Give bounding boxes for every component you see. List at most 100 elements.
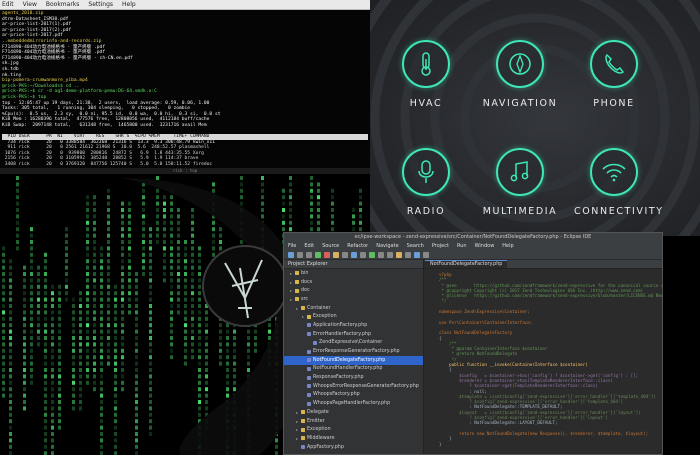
matrix-glyph: [149, 329, 152, 334]
menu-item-edit[interactable]: Edit: [2, 1, 14, 8]
tree-item[interactable]: ▸ doc: [284, 286, 423, 295]
toolbar-button-icon[interactable]: [315, 251, 321, 258]
tree-item[interactable]: ResponseFactory.php: [284, 373, 423, 382]
tree-item[interactable]: WhoopsErrorResponseGeneratorFactory.php: [284, 382, 423, 391]
matrix-glyph: [93, 265, 96, 270]
code-content[interactable]: <?php/** * @see https://github.com/zendf…: [425, 269, 662, 447]
toolbar-button-icon[interactable]: [288, 251, 294, 258]
matrix-glyph: [317, 188, 320, 193]
eclipse-window[interactable]: ec/ipse-workspace - zend-expressive/src/…: [283, 232, 663, 455]
wifi-icon[interactable]: [590, 148, 638, 196]
matrix-glyph: [9, 291, 12, 296]
tree-item[interactable]: NotFoundHandlerFactory.php: [284, 365, 423, 374]
tree-item[interactable]: AppFactory.php: [284, 443, 423, 452]
hmi-tile-phone[interactable]: PHONE: [574, 40, 654, 109]
hmi-tile-connectivity[interactable]: CONNECTIVITY: [574, 148, 662, 217]
eclipse-menu-help[interactable]: Help: [502, 243, 513, 249]
tree-item[interactable]: ▸ Exception: [284, 312, 423, 321]
tree-item[interactable]: WhoopsFactory.php: [284, 391, 423, 400]
toolbar-button-icon[interactable]: [297, 251, 303, 258]
matrix-glyph: [142, 252, 145, 257]
tree-item[interactable]: ▸ bin: [284, 269, 423, 278]
menu-item-view[interactable]: View: [23, 1, 37, 8]
toolbar-button-icon[interactable]: [423, 251, 429, 258]
matrix-glyph: [261, 176, 264, 180]
matrix-glyph: [240, 240, 243, 244]
toolbar-button-icon[interactable]: [405, 251, 411, 258]
matrix-glyph: [114, 432, 117, 436]
toolbar-button-icon[interactable]: [351, 251, 357, 258]
matrix-glyph: [30, 246, 33, 251]
matrix-glyph: [170, 336, 173, 340]
music-note-icon[interactable]: [496, 148, 544, 196]
tree-item[interactable]: ▸ Exception: [284, 425, 423, 434]
toolbar-button-icon[interactable]: [360, 251, 366, 258]
eclipse-menu-source[interactable]: Source: [322, 243, 339, 249]
matrix-glyph: [310, 195, 313, 200]
toolbar-button-icon[interactable]: [387, 251, 393, 258]
matrix-glyph: [58, 329, 61, 334]
toolbar-button-icon[interactable]: [324, 251, 330, 258]
tree-item[interactable]: ▸ docs: [284, 278, 423, 287]
menu-item-bookmarks[interactable]: Bookmarks: [46, 1, 80, 8]
tree-item[interactable]: ▸ Emitter: [284, 417, 423, 426]
matrix-glyph: [107, 316, 110, 321]
tree-item[interactable]: ▸ Delegate: [284, 408, 423, 417]
phone-icon[interactable]: [590, 40, 638, 88]
eclipse-menu-edit[interactable]: Edit: [304, 243, 314, 249]
menu-item-settings[interactable]: Settings: [88, 1, 113, 8]
toolbar-button-icon[interactable]: [342, 251, 348, 258]
eclipse-menu-run[interactable]: Run: [457, 243, 467, 249]
toolbar-button-icon[interactable]: [333, 251, 339, 258]
matrix-glyph: [142, 240, 145, 244]
matrix-glyph: [128, 214, 131, 219]
toolbar-button-icon[interactable]: [306, 251, 312, 258]
tree-item[interactable]: ApplicationFactory.php: [284, 321, 423, 330]
matrix-glyph: [100, 348, 103, 353]
matrix-glyph: [289, 201, 292, 206]
code-editor[interactable]: NotFoundDelegateFactory.php <?php/** * @…: [425, 260, 662, 454]
matrix-glyph: [184, 348, 187, 353]
menu-item-help[interactable]: Help: [122, 1, 136, 8]
hmi-tile-hvac[interactable]: HVAC: [386, 40, 466, 109]
eclipse-menu-navigate[interactable]: Navigate: [376, 243, 398, 249]
terminal-window[interactable]: agents_2018.zip dtrm-Datasheet_ISM30.pdf a…: [0, 10, 370, 168]
microphone-icon[interactable]: [402, 148, 450, 196]
eclipse-menu-search[interactable]: Search: [407, 243, 424, 249]
tree-item[interactable]: ErrorHandlerFactory.php: [284, 330, 423, 339]
toolbar-button-icon[interactable]: [396, 251, 402, 258]
eclipse-menu-project[interactable]: Project: [432, 243, 449, 249]
tree-item[interactable]: ErrorResponseGeneratorFactory.php: [284, 347, 423, 356]
tree-item[interactable]: NotFoundDelegateFactory.php: [284, 355, 423, 365]
toolbar-button-icon[interactable]: [378, 251, 384, 258]
matrix-glyph: [331, 220, 334, 225]
hmi-tile-radio[interactable]: RADIO: [386, 148, 466, 217]
tree-item[interactable]: ZendExpressive\Container: [284, 339, 423, 348]
tree-item-label: Delegate: [307, 409, 329, 415]
matrix-glyph: [191, 233, 194, 238]
matrix-glyph: [51, 400, 54, 404]
tree-item[interactable]: WhoopsPageHandlerFactory.php: [284, 399, 423, 408]
toolbar-button-icon[interactable]: [369, 251, 375, 258]
eclipse-menu-file[interactable]: File: [288, 243, 296, 249]
matrix-glyph: [100, 374, 103, 379]
toolbar-button-icon[interactable]: [414, 251, 420, 258]
matrix-glyph: [233, 342, 236, 347]
compass-icon[interactable]: [496, 40, 544, 88]
matrix-glyph: [331, 208, 334, 212]
matrix-glyph: [30, 278, 33, 283]
tree-item[interactable]: ▸ Container: [284, 304, 423, 313]
hmi-tile-multimedia[interactable]: MULTIMEDIA: [480, 148, 560, 217]
editor-tab[interactable]: NotFoundDelegateFactory.php: [425, 260, 508, 268]
matrix-glyph: [72, 342, 75, 347]
hmi-tile-navigation[interactable]: NAVIGATION: [480, 40, 560, 109]
matrix-glyph: [149, 419, 152, 424]
matrix-glyph: [2, 387, 5, 392]
eclipse-menu-window[interactable]: Window: [475, 243, 495, 249]
matrix-glyph: [58, 316, 61, 321]
matrix-glyph: [191, 259, 194, 264]
thermometer-icon[interactable]: [402, 40, 450, 88]
tree-item[interactable]: ▸ src: [284, 295, 423, 304]
eclipse-menu-refactor[interactable]: Refactor: [347, 243, 368, 249]
tree-item[interactable]: ▸ Middleware: [284, 434, 423, 443]
